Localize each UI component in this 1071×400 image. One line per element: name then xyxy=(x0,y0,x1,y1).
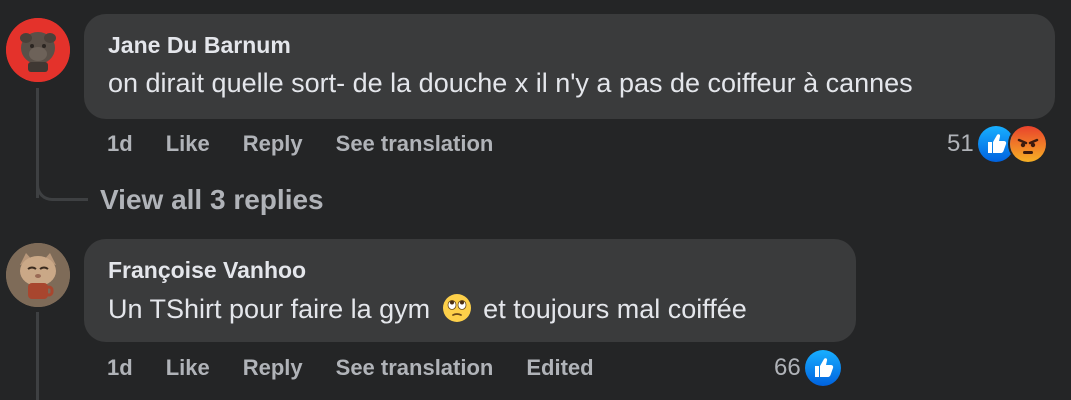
comment-bubble: Françoise Vanhoo Un TShirt pour faire la… xyxy=(84,239,856,342)
comment-timestamp[interactable]: 1d xyxy=(107,131,133,157)
comment-author[interactable]: Françoise Vanhoo xyxy=(108,257,306,284)
comment-text-part: Un TShirt pour faire la gym xyxy=(108,294,431,324)
cat-with-mug-avatar-icon xyxy=(6,243,70,307)
thread-connector-curve xyxy=(36,170,88,201)
comment-actions: 1d Like Reply See translation xyxy=(107,129,526,159)
comments-thread: Jane Du Barnum on dirait quelle sort- de… xyxy=(0,0,1071,400)
see-translation-link[interactable]: See translation xyxy=(336,355,494,381)
reaction-summary[interactable]: 66 xyxy=(774,348,843,388)
reply-button[interactable]: Reply xyxy=(243,131,303,157)
avatar[interactable] xyxy=(6,243,70,307)
see-translation-link[interactable]: See translation xyxy=(336,131,494,157)
like-icon xyxy=(802,348,843,388)
comment-author[interactable]: Jane Du Barnum xyxy=(108,32,291,59)
comment-bubble: Jane Du Barnum on dirait quelle sort- de… xyxy=(84,14,1055,119)
eye-roll-emoji-icon xyxy=(442,293,472,330)
reply-button[interactable]: Reply xyxy=(243,355,303,381)
comment-actions: 1d Like Reply See translation Edited xyxy=(107,353,627,383)
bulldog-statue-avatar-icon xyxy=(6,18,70,82)
like-button[interactable]: Like xyxy=(166,355,210,381)
edited-label[interactable]: Edited xyxy=(526,355,593,381)
view-replies-link[interactable]: View all 3 replies xyxy=(100,184,324,216)
comment-text-part: et toujours mal coiffée xyxy=(483,294,747,324)
comment-text: Un TShirt pour faire la gym et toujours … xyxy=(108,293,747,330)
comment-timestamp[interactable]: 1d xyxy=(107,355,133,381)
reaction-summary[interactable]: 51 xyxy=(947,124,1048,164)
angry-icon xyxy=(1007,124,1048,164)
reaction-count: 66 xyxy=(774,354,801,381)
like-button[interactable]: Like xyxy=(166,131,210,157)
thread-connector-line xyxy=(36,312,39,400)
avatar[interactable] xyxy=(6,18,70,82)
comment-text: on dirait quelle sort- de la douche x il… xyxy=(108,68,913,98)
reaction-count: 51 xyxy=(947,130,974,157)
